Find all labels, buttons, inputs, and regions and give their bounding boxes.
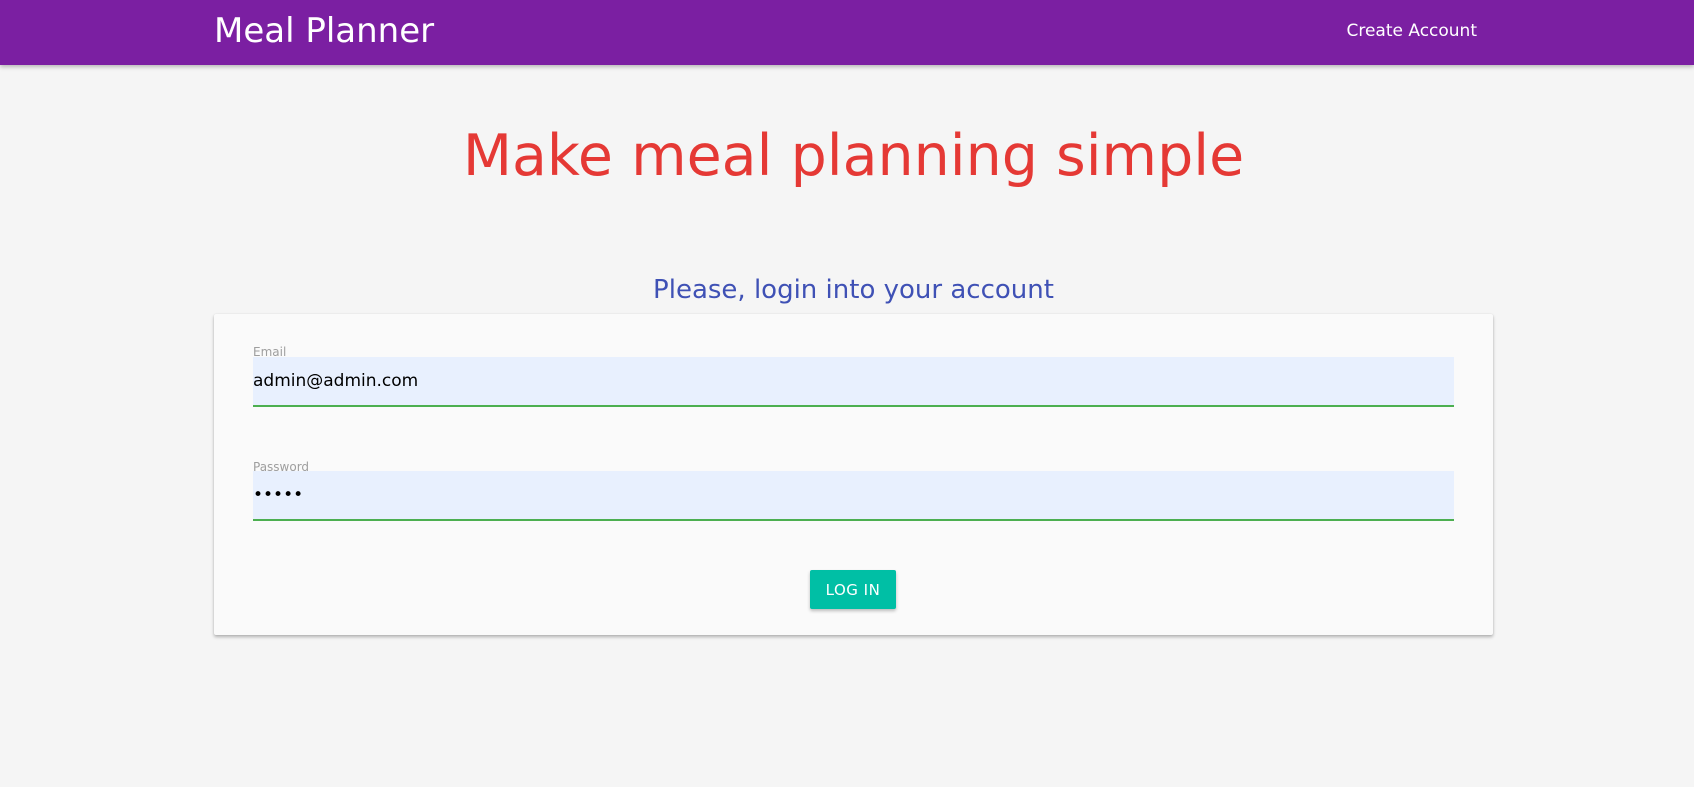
login-card: Email Password LOG IN <box>214 314 1493 635</box>
app-brand-title[interactable]: Meal Planner <box>214 0 434 62</box>
top-navbar: Meal Planner Create Account <box>0 0 1694 65</box>
login-subtitle: Please, login into your account <box>653 275 1054 305</box>
hero-title: Make meal planning simple <box>462 123 1245 189</box>
login-button[interactable]: LOG IN <box>810 570 896 609</box>
email-field[interactable] <box>253 357 1454 407</box>
create-account-link[interactable]: Create Account <box>1346 0 1477 62</box>
password-field[interactable] <box>253 471 1454 521</box>
